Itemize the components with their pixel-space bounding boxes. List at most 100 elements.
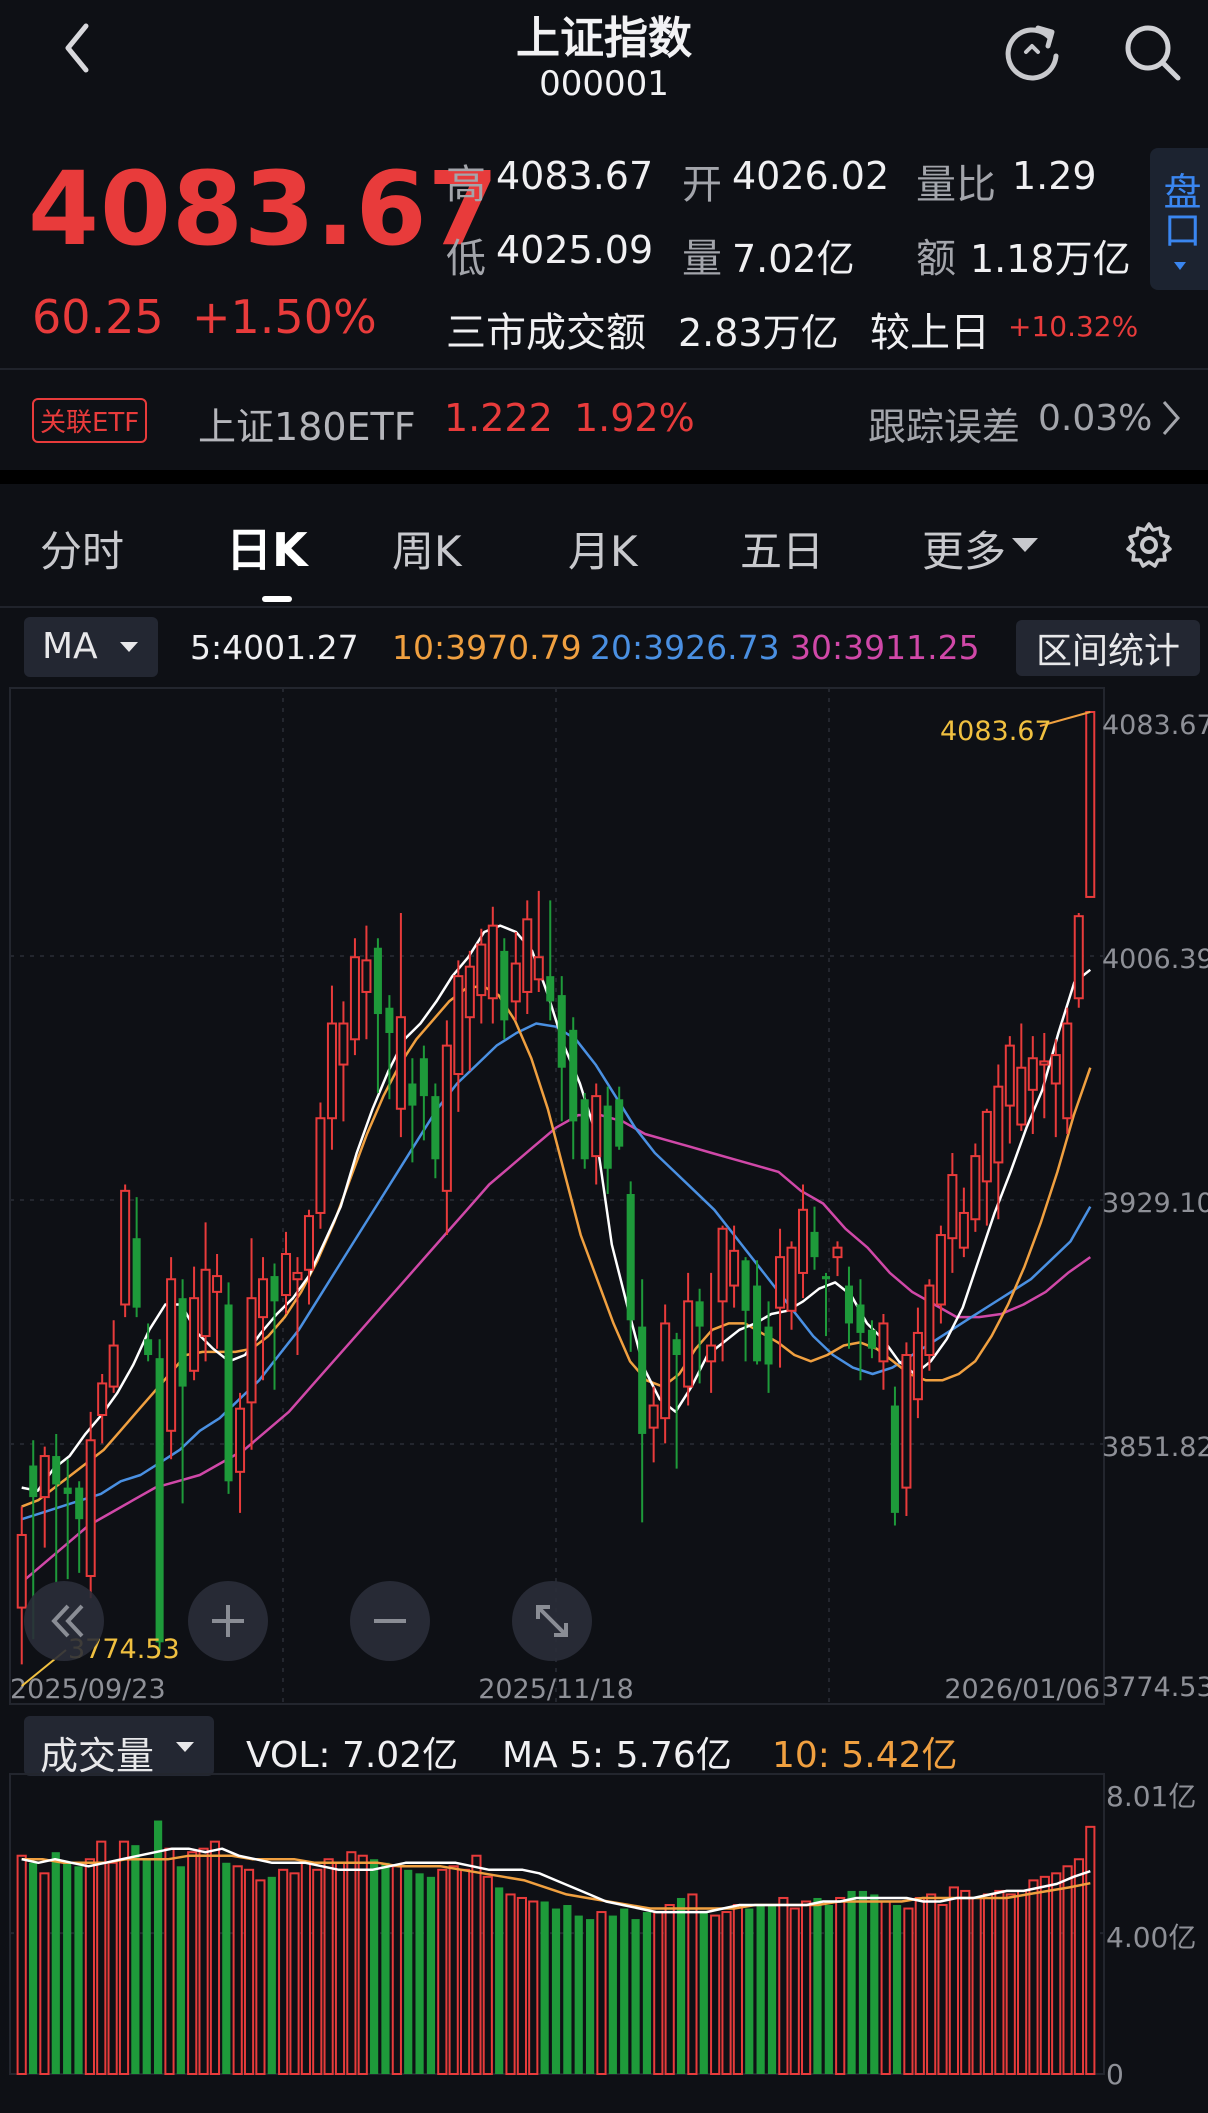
candle-body <box>200 1268 211 1338</box>
volume-bar <box>334 1861 346 2076</box>
candle <box>155 1339 164 1652</box>
volume-bar <box>1085 1825 1096 2076</box>
volume-bar <box>222 1862 231 2074</box>
chevron-right-icon[interactable] <box>1160 398 1182 438</box>
candle <box>326 985 337 1150</box>
candle-body <box>546 976 555 1002</box>
candle <box>510 931 521 1021</box>
y-tick-label: 3929.10 <box>1102 1188 1208 1219</box>
y-tick-label: 4006.39 <box>1102 944 1208 975</box>
volume-bar <box>243 1868 255 2076</box>
candle-body <box>108 1344 119 1388</box>
candle-body <box>1050 1054 1061 1085</box>
candle <box>947 1152 958 1273</box>
pankou-caret-icon <box>1174 262 1186 270</box>
candle <box>890 1386 899 1526</box>
candle-body <box>591 1095 602 1158</box>
candle <box>557 976 566 1122</box>
volume-bar <box>346 1851 357 2076</box>
volume-bar <box>926 1893 937 2076</box>
volume-bar <box>1062 1865 1073 2076</box>
candle-body <box>246 1297 257 1404</box>
candle <box>224 1282 233 1494</box>
volume-bar <box>960 1889 971 2076</box>
candlestick-chart[interactable]: 4083.67 4006.39 3929.10 3851.82 3774.53 2025… <box>0 686 1208 1706</box>
candle <box>235 1392 246 1513</box>
ma30-value: 30:3911.25 <box>790 628 980 667</box>
tab-intraday[interactable]: 分时 <box>40 518 124 579</box>
volume-bar <box>1051 1872 1062 2076</box>
zoom-out-button[interactable] <box>350 1581 430 1661</box>
candle-body <box>706 1344 717 1363</box>
volume-bar <box>982 1893 994 2076</box>
range-stats-button[interactable]: 区间统计 <box>1016 620 1200 676</box>
volume-bar <box>51 1852 60 2074</box>
open-label: 开 <box>682 162 722 208</box>
candle-body <box>878 1322 889 1363</box>
candle <box>522 900 533 1015</box>
candle-body <box>695 1301 704 1327</box>
candle-body <box>144 1339 153 1356</box>
candle-body <box>856 1304 865 1333</box>
refresh-button[interactable] <box>1000 20 1064 84</box>
tab-daily-k[interactable]: 日K <box>226 514 308 580</box>
volume-bar <box>357 1854 368 2076</box>
settings-gear-icon[interactable] <box>1124 520 1174 570</box>
candle <box>120 1184 131 1318</box>
volume-bar <box>516 1896 527 2076</box>
market-turnover-label: 三市成交额 <box>446 310 646 356</box>
x-axis-labels: 2025/09/23 2025/11/18 2026/01/06 <box>10 1674 1100 1705</box>
etf-tag: 关联ETF <box>32 398 148 443</box>
tab-five-day[interactable]: 五日 <box>740 518 824 579</box>
volume-bar <box>404 1869 413 2074</box>
volume-bar <box>118 1840 130 2076</box>
candle <box>1073 913 1084 1008</box>
volume-bar <box>653 1911 664 2075</box>
volume-bar <box>687 1893 698 2076</box>
volume-bar <box>209 1840 221 2076</box>
zoom-in-button[interactable] <box>188 1581 268 1661</box>
tab-monthly-k[interactable]: 月K <box>568 518 638 579</box>
volume-bar <box>858 1890 868 2074</box>
candle <box>798 1184 809 1299</box>
rewind-button[interactable] <box>24 1581 104 1661</box>
vol-ma5-value: MA 5: 5.76亿 <box>502 1735 732 1776</box>
candle <box>97 1373 108 1444</box>
volume-chart[interactable]: 8.01亿 4.00亿 0 <box>0 1772 1208 2113</box>
candle-body <box>832 1246 843 1259</box>
high-label: 高 <box>446 162 486 208</box>
volume-bar <box>551 1908 561 2074</box>
price-change: 60.25 <box>32 290 164 344</box>
volume-bar <box>289 1872 300 2076</box>
candle-body <box>775 1256 786 1309</box>
candle <box>292 1257 303 1356</box>
tab-more[interactable]: 更多 <box>922 518 1006 579</box>
vs-prev-label: 较上日 <box>870 310 990 356</box>
etf-name[interactable]: 上证180ETF <box>198 396 416 451</box>
candle <box>189 1266 200 1381</box>
fullscreen-button[interactable] <box>512 1581 592 1661</box>
volume-bar <box>642 1912 652 2074</box>
y-axis-labels: 4083.67 4006.39 3929.10 3851.82 3774.53 <box>1102 710 1208 1703</box>
volume-bar <box>801 1900 812 2075</box>
candle-body <box>29 1465 38 1498</box>
candle <box>603 1086 612 1195</box>
candle-body <box>132 1238 141 1308</box>
candle <box>395 913 406 1138</box>
candle <box>246 1238 257 1450</box>
candle-body <box>1062 1022 1073 1120</box>
volume-bar <box>824 1905 833 2074</box>
candle <box>315 1102 326 1229</box>
candle <box>361 925 372 1040</box>
max-annotation: 4083.67 <box>940 716 1052 747</box>
volume-bar <box>28 1862 38 2074</box>
search-button[interactable] <box>1120 20 1184 84</box>
candle-body <box>786 1246 797 1312</box>
candle <box>39 1446 50 1548</box>
volume-bar <box>255 1879 266 2076</box>
candle <box>16 1506 27 1665</box>
tab-weekly-k[interactable]: 周K <box>392 518 462 579</box>
candle <box>786 1241 797 1330</box>
candle-body <box>431 1096 440 1160</box>
candle <box>408 1058 417 1163</box>
